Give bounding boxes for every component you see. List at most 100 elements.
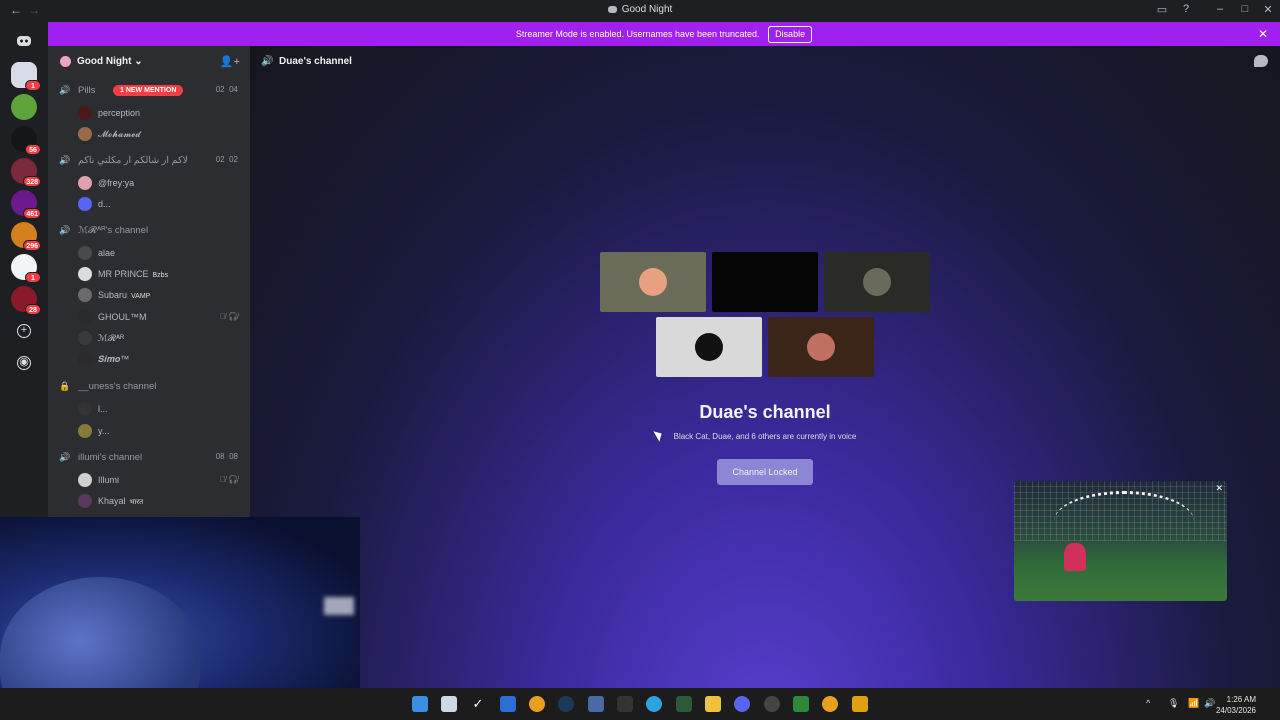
webcam-overlay bbox=[0, 517, 360, 690]
username: d... bbox=[98, 199, 111, 209]
username: ℳ𝓡ᴬᴿ bbox=[98, 333, 125, 343]
new-mention-badge[interactable]: 1 NEW MENTION bbox=[113, 85, 184, 96]
discord-taskbar-icon[interactable] bbox=[734, 696, 750, 712]
server-badge: 328 bbox=[23, 176, 41, 187]
add-server-icon[interactable]: + bbox=[17, 324, 31, 338]
speaker-icon: 🔊 bbox=[59, 452, 71, 462]
app-icon[interactable] bbox=[500, 696, 516, 712]
participant-tile[interactable] bbox=[712, 252, 818, 312]
voice-user[interactable]: perception bbox=[48, 103, 250, 123]
chrome-icon[interactable] bbox=[822, 696, 838, 712]
voice-channel[interactable]: 🔊 illumi's channel 08 08 bbox=[48, 448, 250, 468]
speaker-icon: 🔊 bbox=[261, 56, 274, 67]
start-menu-icon[interactable] bbox=[412, 696, 428, 712]
search-icon[interactable] bbox=[441, 696, 457, 712]
voice-user[interactable]: @frey:ya bbox=[48, 173, 250, 193]
microphone-icon[interactable]: 🎙 bbox=[1168, 698, 1179, 709]
server-badge: 1 bbox=[25, 80, 41, 91]
participant-tile[interactable] bbox=[600, 252, 706, 312]
voice-user[interactable]: MR PRINCE Bzbs bbox=[48, 264, 250, 284]
voice-user[interactable]: Illumi 🎙̸ 🎧̸ bbox=[48, 470, 250, 490]
avatar bbox=[78, 197, 92, 211]
server-icon[interactable]: 56 bbox=[11, 126, 41, 155]
invite-people-icon[interactable]: 👤+ bbox=[220, 55, 240, 68]
server-icon[interactable]: 461 bbox=[11, 190, 41, 219]
system-clock[interactable]: 1:26 AM 24/03/2026 bbox=[1216, 694, 1256, 716]
inbox-icon[interactable]: ▭ bbox=[1152, 3, 1172, 16]
tray-expand-icon[interactable]: ^ bbox=[1146, 698, 1150, 708]
app-icon[interactable] bbox=[764, 696, 780, 712]
disable-button[interactable]: Disable bbox=[768, 26, 813, 43]
avatar bbox=[78, 473, 92, 487]
server-icon-active[interactable]: 1 bbox=[11, 62, 41, 91]
banner-close-icon[interactable]: ✕ bbox=[1258, 22, 1268, 46]
channel-locked-button[interactable]: Channel Locked bbox=[717, 459, 813, 485]
rockstar-icon[interactable] bbox=[852, 696, 868, 712]
voice-user[interactable]: l... bbox=[48, 399, 250, 419]
voice-user[interactable]: GHOUL™M 🎙̸ 🎧̸ bbox=[48, 307, 250, 327]
discover-icon[interactable]: ◉ bbox=[17, 356, 31, 370]
avatar bbox=[78, 310, 92, 324]
voice-channel-pills[interactable]: 🔊 Pills 1 NEW MENTION 02 04 bbox=[48, 81, 250, 101]
username-row: Subaru VAMP bbox=[98, 290, 150, 300]
app-icon[interactable] bbox=[676, 696, 692, 712]
checkmark-app-icon[interactable]: ✓ bbox=[470, 696, 486, 712]
store-icon[interactable] bbox=[588, 696, 604, 712]
volume-icon[interactable]: 🔊 bbox=[1204, 698, 1215, 709]
participant-tile[interactable] bbox=[824, 252, 930, 312]
pip-close-icon[interactable]: ✕ bbox=[1215, 483, 1223, 494]
muted-deafened-icon: 🎙̸ 🎧̸ bbox=[219, 312, 238, 321]
help-icon[interactable]: ? bbox=[1176, 3, 1196, 15]
background-light bbox=[324, 597, 354, 615]
window-close-icon[interactable]: ✕ bbox=[1258, 3, 1278, 16]
user-tag: VAMP bbox=[131, 293, 151, 300]
server-avatar bbox=[60, 56, 71, 67]
server-icon[interactable]: 296 bbox=[11, 222, 41, 251]
voice-user[interactable]: ℳ𝓡ᴬᴿ bbox=[48, 328, 250, 348]
voice-user[interactable]: y... bbox=[48, 421, 250, 441]
avatar bbox=[78, 331, 92, 345]
voice-channel-subtitle: Black Cat, Duae, and 6 others are curren… bbox=[673, 432, 857, 441]
stream-preview-pip[interactable]: ✕ bbox=[1014, 481, 1227, 601]
participant-tile[interactable] bbox=[656, 317, 762, 377]
maximize-icon[interactable]: □ bbox=[1235, 3, 1255, 15]
avatar bbox=[78, 402, 92, 416]
server-icon[interactable] bbox=[11, 94, 37, 120]
chat-icon[interactable] bbox=[1254, 55, 1268, 67]
window-title: Good Night bbox=[621, 4, 673, 15]
voice-user[interactable]: Khayal भारत bbox=[48, 491, 250, 511]
minimize-icon[interactable]: – bbox=[1210, 3, 1230, 15]
server-icon[interactable]: 328 bbox=[11, 158, 41, 187]
server-icon[interactable]: 1 bbox=[11, 254, 41, 283]
steam-icon[interactable] bbox=[558, 696, 574, 712]
stadium-lights bbox=[1054, 491, 1194, 551]
discord-home-icon[interactable] bbox=[11, 28, 37, 54]
goalkeeper bbox=[1064, 543, 1086, 571]
avatar bbox=[78, 288, 92, 302]
avatar bbox=[78, 106, 92, 120]
avatar bbox=[78, 127, 92, 141]
windows-taskbar: ✓ ^ 🎙 📶 🔊 1:26 AM 24/03/2026 bbox=[0, 688, 1280, 720]
channel-label: illumi's channel bbox=[78, 452, 143, 463]
file-explorer-icon[interactable] bbox=[705, 696, 721, 712]
voice-user[interactable]: d... bbox=[48, 194, 250, 214]
voice-channel[interactable]: 🔊 ℳ𝓡ᴬᴿ's channel bbox=[48, 221, 250, 241]
voice-user[interactable]: Subaru VAMP bbox=[48, 285, 250, 305]
voice-user[interactable]: 𝓜𝓸𝓱𝓪𝓶𝓮𝓭 bbox=[48, 124, 250, 144]
channel-label: لاكم ار شالكم ار مكلتي ناكم bbox=[78, 155, 188, 166]
voice-user[interactable]: alae bbox=[48, 243, 250, 263]
server-header[interactable]: Good Night ⌄ 👤+ bbox=[48, 46, 250, 78]
participant-tile[interactable] bbox=[768, 317, 874, 377]
chrome-icon[interactable] bbox=[529, 696, 545, 712]
count-a: 08 bbox=[215, 452, 225, 461]
username: 𝓜𝓸𝓱𝓪𝓶𝓮𝓭 bbox=[98, 129, 141, 139]
voice-channel[interactable]: 🔊 لاكم ار شالكم ار مكلتي ناكم 02 02 bbox=[48, 151, 250, 171]
terminal-icon[interactable] bbox=[617, 696, 633, 712]
clock-date: 24/03/2026 bbox=[1215, 706, 1256, 715]
wifi-icon[interactable]: 📶 bbox=[1188, 698, 1199, 709]
telegram-icon[interactable] bbox=[646, 696, 662, 712]
voice-channel-locked[interactable]: 🔒 __uness's channel bbox=[48, 377, 250, 397]
app-icon[interactable] bbox=[793, 696, 809, 712]
voice-user[interactable]: 𝑺𝒊𝒎𝒐™ bbox=[48, 349, 250, 369]
server-icon[interactable]: 28 bbox=[11, 286, 41, 315]
